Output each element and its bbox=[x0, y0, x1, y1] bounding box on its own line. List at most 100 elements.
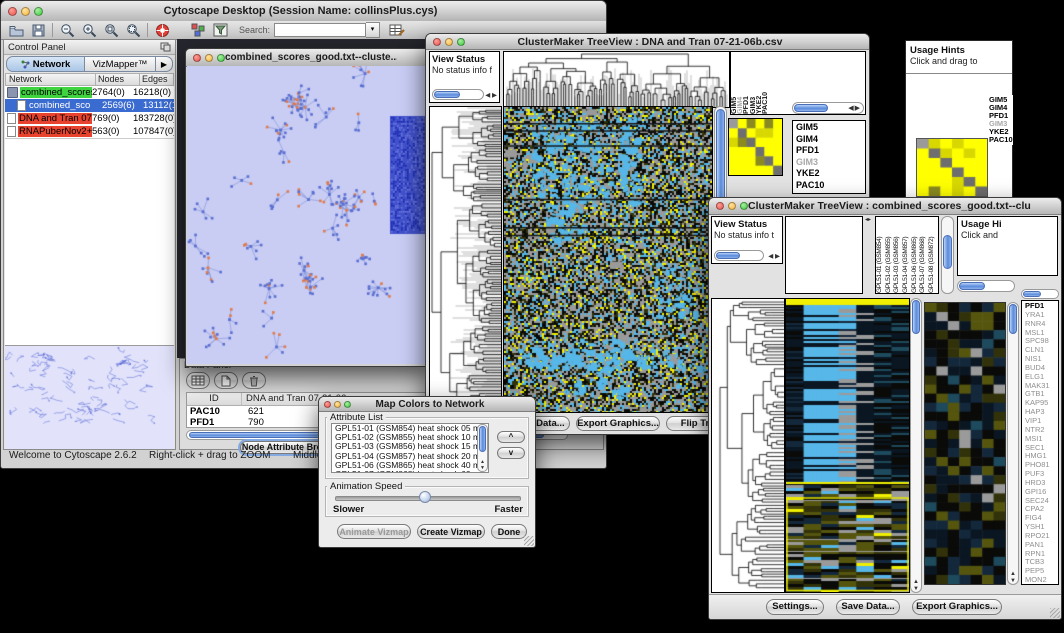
gene-label[interactable]: PFD1 bbox=[796, 145, 865, 157]
zoom-button[interactable] bbox=[457, 38, 465, 46]
resize-grip[interactable] bbox=[1050, 608, 1060, 618]
scroll-thumb[interactable] bbox=[716, 252, 740, 259]
label-scroll-arrows[interactable]: ◂▸ bbox=[865, 216, 871, 223]
treeview2-hint-hscrollbar[interactable] bbox=[957, 280, 1015, 292]
zoom-fit-button[interactable] bbox=[100, 22, 122, 38]
zoom-button[interactable] bbox=[344, 401, 351, 408]
minimize-button[interactable] bbox=[445, 38, 453, 46]
network-view-titlebar[interactable]: combined_scores_good.txt--cluste... bbox=[186, 49, 431, 67]
column-header-edges[interactable]: Edges bbox=[140, 74, 173, 85]
network-row-combined-scores[interactable]: combined_scores_ 2764(0) 16218(0) bbox=[5, 86, 174, 99]
gene-label[interactable]: GIM4 bbox=[796, 134, 865, 146]
zoom-out-button[interactable] bbox=[56, 22, 78, 38]
done-button[interactable]: Done bbox=[491, 524, 527, 539]
resize-grip[interactable] bbox=[524, 536, 534, 546]
scroll-arrows[interactable]: ◀▶ bbox=[848, 103, 861, 114]
treeview2-label-vscrollbar[interactable] bbox=[941, 216, 954, 294]
treeview2-zoom-heatmap[interactable] bbox=[924, 302, 1006, 585]
attribute-list-scrollbar[interactable]: ▲▼ bbox=[477, 424, 488, 472]
treeview1-row-dendrogram[interactable] bbox=[429, 106, 502, 413]
help-button[interactable] bbox=[151, 22, 173, 38]
settings-button[interactable]: Settings... bbox=[766, 599, 824, 615]
treeview1-zoom-hscrollbar[interactable]: ◀▶ bbox=[792, 102, 864, 114]
close-button[interactable] bbox=[433, 38, 441, 46]
treeview1-heatmap[interactable] bbox=[503, 106, 713, 413]
gene-label[interactable]: MON2 bbox=[1025, 576, 1058, 585]
network-view-canvas[interactable] bbox=[187, 66, 428, 364]
close-button[interactable] bbox=[193, 54, 201, 62]
dialog-titlebar[interactable]: Map Colors to Network bbox=[319, 397, 535, 412]
gene-label[interactable]: GIM5 bbox=[796, 122, 865, 134]
export-graphics-button[interactable]: Export Graphics... bbox=[576, 416, 660, 431]
scroll-arrows[interactable]: ▲▼ bbox=[478, 460, 487, 471]
view-status-scrollbar[interactable] bbox=[714, 250, 764, 261]
column-label[interactable]: GPL51-04 (GSM857) bbox=[902, 217, 911, 293]
treeview1-column-dendrogram[interactable] bbox=[503, 51, 730, 108]
zoom-button[interactable] bbox=[740, 202, 748, 210]
animate-vizmap-button[interactable]: Animate Vizmap bbox=[337, 524, 411, 539]
speed-slider-thumb[interactable] bbox=[419, 491, 431, 503]
scroll-arrows[interactable]: ◀ ▶ bbox=[768, 252, 780, 260]
treeview2-heatmap[interactable] bbox=[785, 298, 910, 593]
treeview2-titlebar[interactable]: ClusterMaker TreeView : combined_scores_… bbox=[709, 198, 1061, 215]
main-titlebar[interactable]: Cytoscape Desktop (Session Name: collins… bbox=[1, 1, 606, 22]
attribute-item[interactable]: GPL51-07 (GSM868) heat shock 60 min bbox=[332, 470, 488, 473]
create-attribute-button[interactable] bbox=[214, 372, 238, 389]
minimize-button[interactable] bbox=[21, 7, 30, 16]
zoom-selected-button[interactable] bbox=[122, 22, 144, 38]
search-dropdown-button[interactable]: ▾ bbox=[366, 22, 380, 38]
delete-attribute-button[interactable] bbox=[242, 372, 266, 389]
zoom-button[interactable] bbox=[34, 7, 43, 16]
save-session-button[interactable] bbox=[27, 22, 49, 38]
minimize-button[interactable] bbox=[728, 202, 736, 210]
peek-zoom-matrix[interactable] bbox=[916, 138, 988, 197]
move-down-button[interactable]: v bbox=[497, 447, 525, 459]
tab-vizmapper[interactable]: VizMapper™ bbox=[85, 56, 156, 72]
scroll-thumb[interactable] bbox=[1023, 291, 1041, 297]
move-up-button[interactable]: ^ bbox=[497, 431, 525, 443]
gene-label[interactable]: GIM3 bbox=[796, 157, 865, 169]
search-input[interactable] bbox=[274, 23, 366, 37]
column-label[interactable]: GPL51-07 (GSM868) bbox=[919, 217, 928, 293]
open-file-button[interactable] bbox=[5, 22, 27, 38]
minimize-button[interactable] bbox=[334, 401, 341, 408]
treeview2-genelist-hscrollbar[interactable] bbox=[1021, 289, 1059, 299]
tab-network[interactable]: Network bbox=[6, 56, 85, 72]
float-panel-icon[interactable] bbox=[160, 42, 171, 52]
gene-label[interactable]: PAC10 bbox=[796, 180, 865, 192]
close-button[interactable] bbox=[8, 7, 17, 16]
column-label[interactable]: GPL51-01 (GSM854) bbox=[876, 217, 885, 293]
treeview2-zoom-vscrollbar[interactable]: ▲▼ bbox=[1007, 302, 1019, 585]
scroll-thumb[interactable] bbox=[716, 109, 725, 201]
scroll-thumb[interactable] bbox=[943, 235, 952, 269]
treeview2-row-dendrogram[interactable] bbox=[711, 298, 785, 593]
network-row-selected[interactable]: combined_sco 2569(6) 13112(15) bbox=[5, 99, 174, 112]
zoom-in-button[interactable] bbox=[78, 22, 100, 38]
scroll-thumb[interactable] bbox=[959, 282, 985, 290]
network-row-rnapuber[interactable]: RNAPuberNov2+ 563(0) 107847(0) bbox=[5, 125, 174, 138]
tab-overflow-button[interactable]: ▶ bbox=[156, 56, 173, 72]
create-vizmap-button[interactable]: Create Vizmap bbox=[417, 524, 485, 539]
column-label[interactable]: PFD1 bbox=[743, 52, 749, 114]
scroll-arrows[interactable]: ▲▼ bbox=[1008, 571, 1018, 584]
close-button[interactable] bbox=[324, 401, 331, 408]
column-label[interactable]: YKE2 bbox=[756, 52, 762, 114]
network-row-dna-tran[interactable]: DNA and Tran 07 769(0) 183728(0) bbox=[5, 112, 174, 125]
minimize-button[interactable] bbox=[205, 54, 213, 62]
close-button[interactable] bbox=[716, 202, 724, 210]
scroll-thumb[interactable] bbox=[1009, 304, 1017, 334]
scroll-thumb[interactable] bbox=[479, 426, 486, 452]
zoom-button[interactable] bbox=[217, 54, 225, 62]
column-header-network[interactable]: Network bbox=[6, 74, 96, 85]
select-attributes-button[interactable] bbox=[186, 372, 210, 389]
gene-label[interactable]: PAC10 bbox=[989, 136, 1013, 144]
column-label[interactable]: GPL51-03 (GSM856) bbox=[893, 217, 902, 293]
scroll-arrows[interactable]: ◀ ▶ bbox=[485, 91, 497, 99]
scroll-thumb[interactable] bbox=[434, 91, 460, 98]
save-data-button[interactable]: Save Data... bbox=[836, 599, 900, 615]
column-label[interactable]: GPL51-08 (GSM872) bbox=[928, 217, 937, 293]
gene-label[interactable]: YKE2 bbox=[796, 168, 865, 180]
filter-button[interactable] bbox=[209, 22, 231, 38]
treeview1-titlebar[interactable]: ClusterMaker TreeView : DNA and Tran 07-… bbox=[426, 34, 869, 50]
scroll-thumb[interactable] bbox=[912, 300, 920, 334]
